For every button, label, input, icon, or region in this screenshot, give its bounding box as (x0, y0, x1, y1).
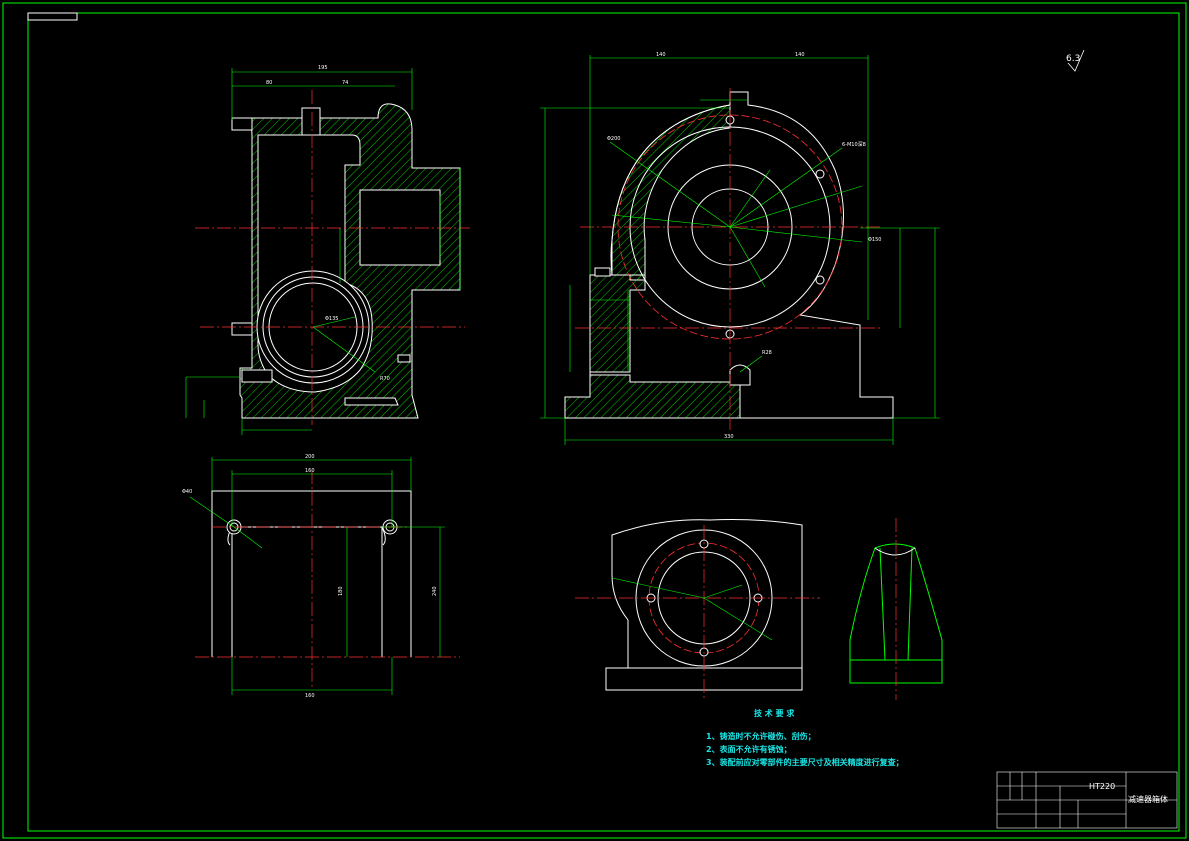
dim-plan-d40: Φ40 (182, 489, 192, 495)
tech-requirements-title: 技 术 要 求 (754, 708, 795, 718)
dim-front-total: 195 (318, 65, 328, 71)
dim-plan-height: 180 (338, 586, 344, 596)
front-section-view: 195 80 74 R70 Φ135 (185, 65, 470, 435)
dim-front-right: 74 (342, 80, 348, 86)
flange-view (575, 519, 820, 700)
dim-side-d150: Φ150 (868, 237, 881, 243)
dim-front-r70: R70 (380, 376, 390, 382)
tech-item-1: 1、铸造时不允许碰伤、刮伤； (706, 732, 816, 741)
tech-item-2: 2、表面不允许有锈蚀； (706, 745, 792, 754)
plan-view: 200 160 160 180 240 Φ40 (182, 454, 460, 699)
dim-side-d200: Φ200 (607, 136, 620, 142)
side-view: 140 140 330 6-M10深8 R28 Φ150 Φ200 (540, 52, 940, 445)
tech-item-3: 3、装配前应对零部件的主要尺寸及相关精度进行复查； (706, 758, 904, 767)
sheet-frame (2, 2, 1187, 839)
dim-side-base-width: 330 (724, 434, 734, 440)
dim-side-half-left: 140 (656, 52, 666, 58)
roughness-value: 6.3 (1066, 54, 1080, 64)
dim-side-r28: R28 (762, 350, 772, 356)
dim-plan-overall: 240 (432, 586, 438, 596)
dim-front-d135: Φ135 (325, 316, 338, 322)
dim-plan-bottom: 160 (305, 693, 315, 699)
title-material: HT220 (1089, 782, 1115, 791)
dim-side-half-right: 140 (795, 52, 805, 58)
roughness-symbol: 6.3 (1066, 49, 1085, 72)
dim-side-holes: 6-M10深8 (842, 141, 866, 148)
rib-section-view (849, 518, 943, 700)
dim-front-left: 80 (266, 80, 272, 86)
dim-plan-inner: 160 (305, 468, 315, 474)
title-part-name: 减速器箱体 (1128, 794, 1168, 804)
dim-plan-outer: 200 (305, 454, 315, 460)
cad-drawing: 6.3 195 80 74 R70 Φ135 140 140 330 6-M10… (2, 2, 1187, 839)
